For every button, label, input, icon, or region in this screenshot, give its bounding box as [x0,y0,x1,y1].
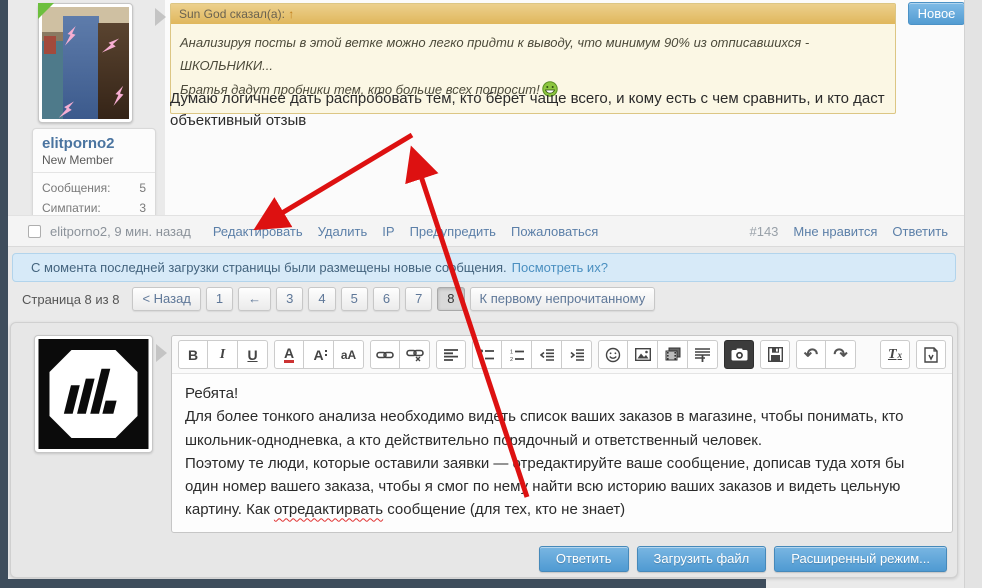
page-label: Страница 8 из 8 [22,292,119,307]
page-button-1[interactable]: 1 [206,287,233,311]
quote-header[interactable]: Sun God сказал(а): ↑ [171,4,895,24]
bold-button[interactable]: B [178,340,208,369]
smilies-button[interactable] [598,340,628,369]
page-button-4[interactable]: 4 [308,287,335,311]
user-title: New Member [42,153,146,167]
new-posts-button[interactable]: Новое [908,2,965,25]
current-user-avatar[interactable] [34,335,153,453]
page-button-8-current[interactable]: 8 [437,287,464,311]
message-pointer-icon [155,8,166,26]
page-prev-button[interactable]: < Назад [132,287,200,311]
insert-quote-button[interactable] [688,340,718,369]
view-new-posts-link[interactable]: Посмотреть их? [512,260,608,275]
insert-media-button[interactable] [658,340,688,369]
svg-text:1: 1 [510,349,513,355]
post-meta: elitporno2, 9 мин. назад [50,224,191,239]
delete-link[interactable]: Удалить [318,224,368,239]
report-link[interactable]: Пожаловаться [511,224,598,239]
advanced-mode-button[interactable]: Расширенный режим... [774,546,947,572]
bullet-list-button[interactable] [472,340,502,369]
remove-formatting-button[interactable]: Tx [880,340,910,369]
reply-text-input[interactable]: Ребята! Для более тонкого анализа необхо… [172,374,952,534]
insert-image-button[interactable] [628,340,658,369]
submit-reply-button[interactable]: Ответить [539,546,629,572]
username-link[interactable]: elitporno2 [42,135,146,152]
octagon-logo [38,339,149,449]
online-indicator-icon [38,3,54,19]
unlink-button[interactable] [400,340,430,369]
post-number-link[interactable]: #143 [749,224,778,239]
page-button-3[interactable]: 3 [276,287,303,311]
italic-button[interactable]: I [208,340,238,369]
select-post-checkbox[interactable] [28,225,41,238]
quote-jump-arrow-icon[interactable]: ↑ [288,7,294,21]
page-left-edge [0,0,8,588]
member-card: elitporno2 New Member Сообщения: 5 Симпа… [32,128,156,226]
reply-actions: Ответить Загрузить файл Расширенный режи… [539,546,947,572]
redo-button[interactable]: ↷ [826,340,856,369]
new-posts-notice: С момента последней загрузки страницы бы… [12,253,956,282]
font-family-button[interactable]: aA [334,340,364,369]
post-footer: elitporno2, 9 мин. назад Редактировать У… [8,215,964,247]
page-button-5[interactable]: 5 [341,287,368,311]
stat-messages: Сообщения: 5 [42,178,146,198]
svg-text:2: 2 [510,357,513,361]
page-button-6[interactable]: 6 [373,287,400,311]
misspelled-word: отредактирвать [274,501,383,518]
page-right-edge [964,0,982,588]
numbered-list-button[interactable]: 12 [502,340,532,369]
indent-button[interactable] [562,340,592,369]
first-unread-button[interactable]: К первому непрочитанному [470,287,656,311]
ip-link[interactable]: IP [382,224,394,239]
outdent-button[interactable] [532,340,562,369]
post-body-text: Думаю логичнее дать распробовать тем, кт… [170,88,952,132]
edit-link[interactable]: Редактировать [213,224,303,239]
post-author-avatar[interactable] [38,3,133,123]
undo-button[interactable]: ↶ [796,340,826,369]
underline-button[interactable]: U [238,340,268,369]
insert-link-button[interactable] [370,340,400,369]
font-size-button[interactable]: A [304,340,334,369]
page-bottom-edge [0,579,766,588]
warn-link[interactable]: Предупредить [410,224,496,239]
text-color-button[interactable]: A [274,340,304,369]
bbcode-editor-button[interactable] [916,340,946,369]
reply-editor: B I U A A aA [171,335,953,533]
save-draft-button[interactable] [760,340,790,369]
reply-link[interactable]: Ответить [892,224,948,239]
forum-thread-page: elitporno2 New Member Сообщения: 5 Симпа… [0,0,982,588]
quick-reply-panel: B I U A A aA [10,322,958,578]
like-link[interactable]: Мне нравится [793,224,877,239]
editor-toolbar: B I U A A aA [172,336,952,374]
screenshot-button[interactable] [724,340,754,369]
editor-pointer-icon [156,344,167,362]
page-ellipsis-button[interactable]: ← [238,287,271,311]
pagination: Страница 8 из 8 < Назад 1 ← 3 4 5 6 7 8 … [22,287,655,311]
alignment-button[interactable] [436,340,466,369]
page-button-7[interactable]: 7 [405,287,432,311]
avatar-photo [42,7,129,119]
upload-file-button[interactable]: Загрузить файл [637,546,767,572]
